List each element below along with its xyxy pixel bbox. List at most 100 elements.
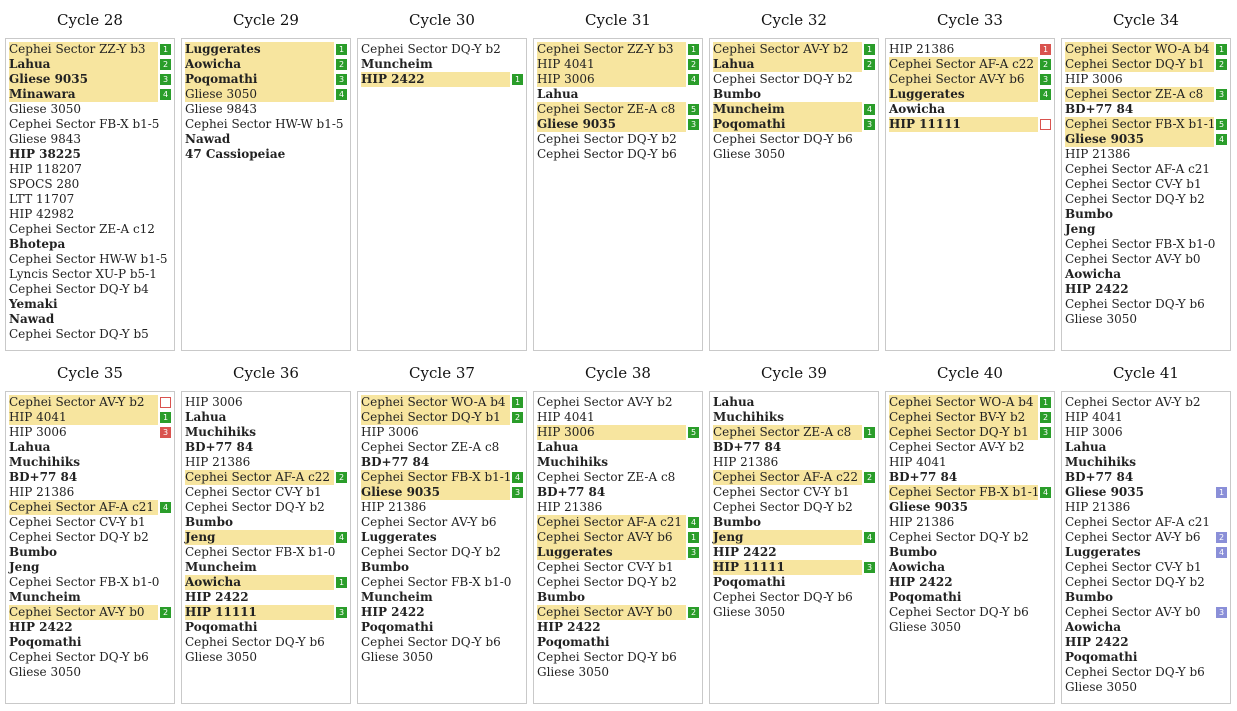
system-row[interactable]: HIP 2422 [8, 620, 172, 635]
system-row[interactable]: HIP 3006 [1064, 425, 1228, 440]
system-row[interactable]: Lahua [8, 440, 172, 455]
system-row[interactable]: HIP 118207 [8, 162, 172, 177]
system-row[interactable]: Cephei Sector AV-Y b6 2 [1064, 530, 1228, 545]
system-row[interactable]: Cephei Sector AV-Y b6 1 [536, 530, 700, 545]
system-row[interactable]: HIP 38225 [8, 147, 172, 162]
system-row[interactable]: HIP 3006 [360, 425, 524, 440]
system-row[interactable]: Aowicha 1 [184, 575, 348, 590]
system-row[interactable]: Muncheim 4 [712, 102, 876, 117]
system-row[interactable]: Gliese 3050 4 [184, 87, 348, 102]
system-row[interactable]: Cephei Sector AF-A c21 [1064, 162, 1228, 177]
system-row[interactable]: HIP 4041 [1064, 410, 1228, 425]
system-row[interactable]: Bhotepa [8, 237, 172, 252]
system-row[interactable]: Lahua 2 [8, 57, 172, 72]
system-row[interactable]: HIP 21386 [8, 485, 172, 500]
system-row[interactable]: Lyncis Sector XU-P b5-1 [8, 267, 172, 282]
system-row[interactable]: Cephei Sector DQ-Y b6 [8, 650, 172, 665]
system-row[interactable]: BD+77 84 [536, 485, 700, 500]
system-row[interactable]: Cephei Sector FB-X b1-1 4 [888, 485, 1052, 500]
system-row[interactable]: Jeng 4 [712, 530, 876, 545]
system-row[interactable]: Bumbo [888, 545, 1052, 560]
system-row[interactable]: Nawad [8, 312, 172, 327]
system-row[interactable]: Aowicha [1064, 620, 1228, 635]
system-row[interactable]: Cephei Sector DQ-Y b6 [1064, 297, 1228, 312]
system-row[interactable]: Cephei Sector AV-Y b2 [888, 440, 1052, 455]
system-row[interactable]: Cephei Sector AV-Y b0 3 [1064, 605, 1228, 620]
system-row[interactable]: BD+77 84 [888, 470, 1052, 485]
system-row[interactable]: Jeng 4 [184, 530, 348, 545]
system-row[interactable]: Cephei Sector AV-Y b6 [360, 515, 524, 530]
system-row[interactable]: Lahua [1064, 440, 1228, 455]
system-row[interactable]: Cephei Sector DQ-Y b6 [712, 590, 876, 605]
system-row[interactable]: Muncheim [184, 560, 348, 575]
system-row[interactable]: Cephei Sector FB-X b1-1 5 [1064, 117, 1228, 132]
system-row[interactable]: Bumbo [712, 515, 876, 530]
system-row[interactable]: Poqomathi [184, 620, 348, 635]
system-row[interactable]: Gliese 3050 [712, 147, 876, 162]
system-row[interactable]: Gliese 3050 [888, 620, 1052, 635]
system-row[interactable]: HIP 2422 [1064, 635, 1228, 650]
system-row[interactable]: Cephei Sector AF-A c21 4 [536, 515, 700, 530]
system-row[interactable]: Cephei Sector ZZ-Y b3 1 [536, 42, 700, 57]
system-row[interactable]: Gliese 9035 3 [536, 117, 700, 132]
system-row[interactable]: Cephei Sector DQ-Y b6 [536, 147, 700, 162]
system-row[interactable]: HIP 4041 1 [8, 410, 172, 425]
system-row[interactable]: Cephei Sector FB-X b1-0 [360, 575, 524, 590]
system-row[interactable]: Aowicha 2 [184, 57, 348, 72]
system-row[interactable]: Bumbo [184, 515, 348, 530]
system-row[interactable]: Cephei Sector DQ-Y b2 [360, 42, 524, 57]
system-row[interactable]: Poqomathi [536, 635, 700, 650]
system-row[interactable]: Cephei Sector FB-X b1-1 4 [360, 470, 524, 485]
system-row[interactable]: HIP 3006 5 [536, 425, 700, 440]
system-row[interactable]: Gliese 9035 3 [8, 72, 172, 87]
system-row[interactable]: Cephei Sector DQ-Y b6 [184, 635, 348, 650]
system-row[interactable]: Cephei Sector AF-A c22 2 [184, 470, 348, 485]
system-row[interactable]: Cephei Sector FB-X b1-0 [184, 545, 348, 560]
system-row[interactable]: Cephei Sector HW-W b1-5 [8, 252, 172, 267]
system-row[interactable]: Nawad [184, 132, 348, 147]
system-row[interactable]: Lahua [184, 410, 348, 425]
system-row[interactable]: Bumbo [1064, 590, 1228, 605]
system-row[interactable]: BD+77 84 [360, 455, 524, 470]
system-row[interactable]: Cephei Sector AV-Y b2 [1064, 395, 1228, 410]
system-row[interactable]: Cephei Sector ZE-A c8 [360, 440, 524, 455]
system-row[interactable]: BD+77 84 [8, 470, 172, 485]
system-row[interactable]: HIP 2422 1 [360, 72, 524, 87]
system-row[interactable]: Cephei Sector ZE-A c8 1 [712, 425, 876, 440]
system-row[interactable]: Cephei Sector BV-Y b2 2 [888, 410, 1052, 425]
system-row[interactable]: Cephei Sector AV-Y b0 [1064, 252, 1228, 267]
system-row[interactable]: Cephei Sector DQ-Y b2 [712, 500, 876, 515]
system-row[interactable]: HIP 11111 3 [184, 605, 348, 620]
system-row[interactable]: Gliese 3050 [1064, 680, 1228, 695]
system-row[interactable]: HIP 2422 [888, 575, 1052, 590]
system-row[interactable]: Cephei Sector DQ-Y b4 [8, 282, 172, 297]
system-row[interactable]: Poqomathi 3 [712, 117, 876, 132]
system-row[interactable]: HIP 3006 3 [8, 425, 172, 440]
system-row[interactable]: Muchihiks [1064, 455, 1228, 470]
system-row[interactable]: Aowicha [888, 102, 1052, 117]
system-row[interactable]: Cephei Sector AV-Y b2 1 [712, 42, 876, 57]
system-row[interactable]: LTT 11707 [8, 192, 172, 207]
system-row[interactable]: Cephei Sector CV-Y b1 [8, 515, 172, 530]
system-row[interactable]: Gliese 3050 [184, 650, 348, 665]
system-row[interactable]: HIP 11111 [888, 117, 1052, 132]
system-row[interactable]: BD+77 84 [1064, 102, 1228, 117]
system-row[interactable]: Lahua [536, 440, 700, 455]
system-row[interactable]: Lahua 2 [712, 57, 876, 72]
system-row[interactable]: Poqomathi [8, 635, 172, 650]
system-row[interactable]: Poqomathi [1064, 650, 1228, 665]
system-row[interactable]: HIP 3006 [184, 395, 348, 410]
system-row[interactable]: Cephei Sector DQ-Y b6 [1064, 665, 1228, 680]
system-row[interactable]: Gliese 3050 [8, 102, 172, 117]
system-row[interactable]: HIP 4041 2 [536, 57, 700, 72]
system-row[interactable]: BD+77 84 [712, 440, 876, 455]
system-row[interactable]: HIP 2422 [712, 545, 876, 560]
system-row[interactable]: Cephei Sector CV-Y b1 [1064, 177, 1228, 192]
system-row[interactable]: Bumbo [1064, 207, 1228, 222]
system-row[interactable]: Gliese 9843 [8, 132, 172, 147]
system-row[interactable]: HIP 4041 [536, 410, 700, 425]
system-row[interactable]: HIP 3006 [1064, 72, 1228, 87]
system-row[interactable]: Muchihiks [184, 425, 348, 440]
system-row[interactable]: HIP 21386 [1064, 147, 1228, 162]
system-row[interactable]: Cephei Sector DQ-Y b6 [888, 605, 1052, 620]
